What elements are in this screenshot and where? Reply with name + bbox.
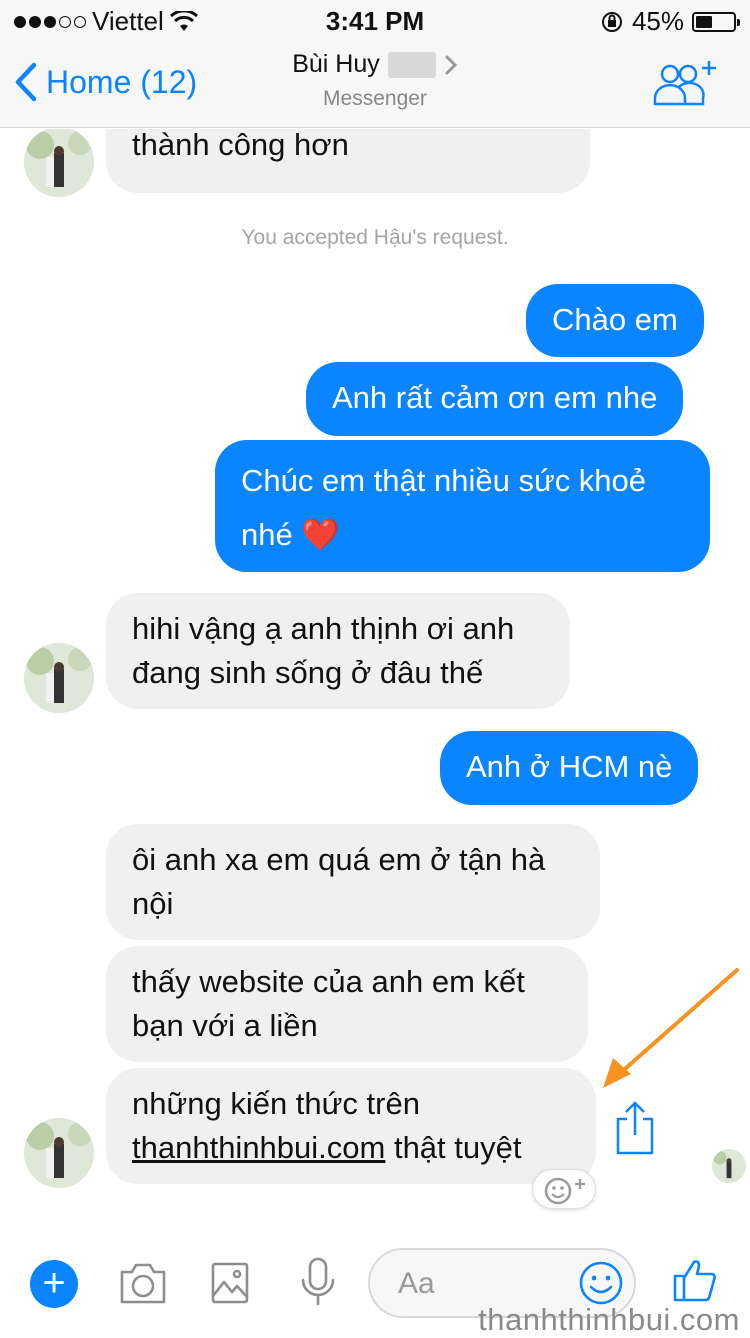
heart-emoji-icon: ❤️ bbox=[301, 517, 340, 552]
message-line: hihi vậng ạ anh thịnh ơi anh bbox=[132, 611, 515, 646]
message-line: Chúc em thật nhiều sức khoẻ bbox=[241, 463, 647, 498]
smiley-plus-icon bbox=[544, 1177, 585, 1205]
watermark: thanhthinhbui.com bbox=[478, 1302, 740, 1337]
more-actions-button[interactable]: + bbox=[30, 1260, 78, 1308]
incoming-message[interactable]: những kiến thức trên thanhthinhbui.com t… bbox=[106, 1068, 596, 1184]
conversation-subtitle: Messenger bbox=[323, 87, 427, 110]
message-line: những kiến thức trên bbox=[132, 1086, 420, 1121]
redacted-name-block bbox=[387, 51, 436, 78]
status-bar: Viettel 3:41 PM 45% bbox=[0, 0, 750, 40]
conversation-header: Home (12) Bùi Huy Messenger bbox=[0, 40, 750, 128]
photo-library-icon[interactable] bbox=[210, 1260, 250, 1306]
outgoing-message[interactable]: Chào em bbox=[526, 284, 704, 357]
message-line: nội bbox=[132, 886, 174, 921]
message-line: nhé ❤️ bbox=[241, 517, 340, 552]
outgoing-message[interactable]: Anh ở HCM nè bbox=[440, 731, 699, 805]
message-line: thấy website của anh em kết bbox=[132, 964, 525, 999]
camera-icon[interactable] bbox=[118, 1260, 168, 1306]
add-reaction-button[interactable] bbox=[532, 1169, 596, 1209]
incoming-message[interactable]: hihi vậng ạ anh thịnh ơi anh đang sinh s… bbox=[106, 593, 570, 709]
message-line: ôi anh xa em quá em ở tận hà bbox=[132, 842, 546, 877]
message-link[interactable]: thanhthinhbui.com bbox=[132, 1130, 385, 1165]
incoming-message[interactable]: thấy website của anh em kết bạn với a li… bbox=[106, 946, 588, 1062]
emoji-icon[interactable] bbox=[578, 1260, 624, 1306]
incoming-message[interactable]: thành công hơn bbox=[106, 129, 590, 193]
contact-avatar bbox=[24, 643, 94, 713]
message-line: bạn với a liền bbox=[132, 1008, 318, 1043]
outgoing-message[interactable]: Anh rất cảm ơn em nhe bbox=[306, 362, 684, 436]
seen-indicator-avatar bbox=[712, 1149, 746, 1183]
outgoing-message[interactable]: Chúc em thật nhiều sức khoẻ nhé ❤️ bbox=[215, 440, 710, 572]
microphone-icon[interactable] bbox=[300, 1256, 336, 1308]
message-line: thanhthinhbui.com thật tuyệt bbox=[132, 1130, 522, 1165]
contact-avatar bbox=[24, 129, 94, 197]
battery-icon bbox=[692, 11, 740, 32]
add-people-icon[interactable] bbox=[652, 58, 720, 108]
like-thumbs-up-icon[interactable] bbox=[672, 1256, 718, 1304]
contact-name: Bùi Huy bbox=[292, 50, 380, 78]
system-notice: You accepted Hậu's request. bbox=[241, 226, 509, 249]
contact-avatar bbox=[24, 1118, 94, 1188]
message-line: đang sinh sống ở đâu thế bbox=[132, 655, 484, 690]
rotation-lock-icon bbox=[601, 11, 622, 32]
share-icon[interactable] bbox=[612, 1099, 658, 1157]
conversation-title-area[interactable]: Bùi Huy Messenger bbox=[0, 50, 750, 111]
chevron-right-icon bbox=[445, 55, 457, 74]
battery-percentage: 45% bbox=[631, 6, 684, 36]
message-input[interactable] bbox=[398, 1264, 568, 1304]
annotation-arrow bbox=[603, 968, 739, 1088]
incoming-message[interactable]: ôi anh xa em quá em ở tận hà nội bbox=[106, 824, 600, 940]
message-list[interactable]: thành công hơn You accepted Hậu's reques… bbox=[0, 129, 750, 1234]
